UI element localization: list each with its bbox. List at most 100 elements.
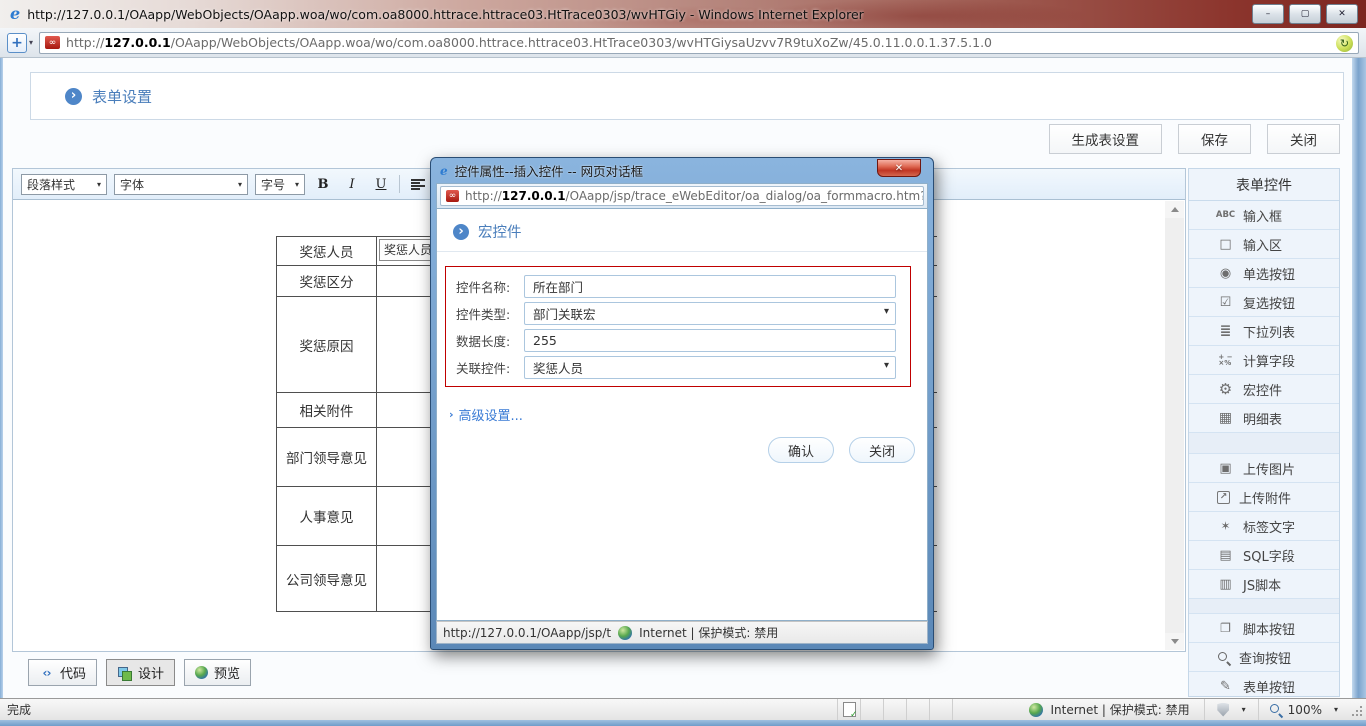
table-label-cell[interactable]: 公司领导意见 [277, 546, 377, 611]
sidebar-item-label: 计算字段 [1243, 351, 1295, 370]
maximize-button[interactable]: ▢ [1289, 4, 1321, 24]
dialog-close-button[interactable]: ✕ [877, 159, 921, 177]
field-value: 所在部门 [533, 277, 583, 296]
resize-grip[interactable] [1348, 702, 1364, 718]
url-protocol: http:// [66, 35, 104, 50]
confirm-button[interactable]: 确认 [768, 437, 834, 463]
paragraph-style-select[interactable]: 段落样式▾ [21, 174, 107, 195]
arrow-circle-icon [65, 88, 82, 105]
zoom-control[interactable]: 100% ▾ [1259, 699, 1348, 720]
list-icon [1217, 323, 1234, 339]
sidebar-item-label: 查询按钮 [1239, 648, 1291, 667]
tab-code[interactable]: 代码 [28, 659, 97, 686]
macro-control-header: 宏控件 [437, 209, 927, 252]
sidebar-item-form-button[interactable]: 表单按钮 [1189, 672, 1339, 697]
close-page-button[interactable]: 关闭 [1267, 124, 1340, 154]
font-size-select[interactable]: 字号▾ [255, 174, 305, 195]
sidebar-item-label: 上传附件 [1239, 488, 1291, 507]
table-label-cell[interactable]: 部门领导意见 [277, 428, 377, 486]
export-icon [1217, 491, 1230, 504]
advanced-settings-link[interactable]: 高级设置... [449, 405, 523, 424]
sidebar-item-js-script[interactable]: JS脚本 [1189, 570, 1339, 599]
sidebar-item-label-text[interactable]: 标签文字 [1189, 512, 1339, 541]
grid-icon [1217, 410, 1234, 426]
sidebar-item-label: 脚本按钮 [1243, 619, 1295, 638]
sidebar-item-input-box[interactable]: 输入框 [1189, 201, 1339, 230]
sidebar-item-input-area[interactable]: 输入区 [1189, 230, 1339, 259]
status-bar: 完成 Internet | 保护模式: 禁用 ▾ 100% ▾ [0, 698, 1366, 720]
titlebar: e http://127.0.0.1/OAapp/WebObjects/OAap… [0, 0, 1366, 28]
control-properties-dialog: e 控件属性--插入控件 -- 网页对话框 ✕ ∞ http://127.0.0… [430, 157, 934, 650]
field-input[interactable]: 所在部门 [524, 275, 896, 298]
field-input[interactable]: 255 [524, 329, 896, 352]
zoom-level: 100% [1288, 703, 1322, 717]
tab-preview[interactable]: 预览 [184, 659, 251, 686]
table-label-cell[interactable]: 奖惩原因 [277, 297, 377, 392]
sidebar-item-script-button[interactable]: 脚本按钮 [1189, 614, 1339, 643]
field-select[interactable]: 部门关联宏 [524, 302, 896, 325]
underline-button[interactable]: U [370, 174, 392, 195]
field-value: 部门关联宏 [533, 304, 596, 323]
dialog-close-action-button[interactable]: 关闭 [849, 437, 915, 463]
toolbar-separator [399, 175, 400, 193]
dialog-section-title: 宏控件 [478, 221, 522, 242]
scroll-up-icon[interactable] [1165, 201, 1184, 218]
dialog-title: 控件属性--插入控件 -- 网页对话框 [455, 161, 644, 180]
status-cell [907, 699, 930, 720]
sidebar-item-check-button[interactable]: 复选按钮 [1189, 288, 1339, 317]
editor-tabs: 代码设计预览 [28, 659, 251, 686]
advanced-settings-label: 高级设置... [459, 405, 523, 424]
link-arrow-icon [449, 408, 454, 421]
sidebar-item-dropdown-list[interactable]: 下拉列表 [1189, 317, 1339, 346]
table-label-cell[interactable]: 奖惩区分 [277, 266, 377, 296]
sidebar-item-upload-image[interactable]: 上传图片 [1189, 454, 1339, 483]
design-icon [117, 666, 132, 680]
sidebar-item-calc-field[interactable]: 计算字段 [1189, 346, 1339, 375]
wand-icon [1217, 519, 1234, 533]
sidebar-item-label: JS脚本 [1243, 575, 1281, 594]
table-label-cell[interactable]: 相关附件 [277, 393, 377, 427]
sidebar-item-label: 表单按钮 [1243, 677, 1295, 696]
dialog-fields: 控件名称:所在部门控件类型:部门关联宏数据长度:255关联控件:奖惩人员 [446, 273, 910, 380]
scroll-down-icon[interactable] [1165, 633, 1184, 650]
browser-window: e http://127.0.0.1/OAapp/WebObjects/OAap… [0, 0, 1366, 726]
field-value: 奖惩人员 [533, 358, 583, 377]
form-settings-header: 表单设置 [30, 72, 1344, 120]
dialog-field-row: 关联控件:奖惩人员 [456, 354, 910, 380]
save-button[interactable]: 保存 [1178, 124, 1251, 154]
refresh-icon[interactable]: ↻ [1336, 35, 1353, 52]
dialog-url-path: /OAapp/jsp/trace_eWebEditor/oa_dialog/oa… [566, 189, 924, 203]
sidebar-item-radio-button[interactable]: 单选按钮 [1189, 259, 1339, 288]
radio-icon [1217, 266, 1234, 281]
chevron-down-icon[interactable]: ▾ [29, 38, 33, 47]
table-label-cell[interactable]: 奖惩人员 [277, 237, 377, 265]
sidebar-item-upload-attachment[interactable]: 上传附件 [1189, 483, 1339, 512]
close-button[interactable]: ✕ [1326, 4, 1358, 24]
table-label-cell[interactable]: 人事意见 [277, 487, 377, 545]
align-left-button[interactable] [407, 174, 429, 195]
sidebar-item-sql-field[interactable]: SQL字段 [1189, 541, 1339, 570]
tab-design[interactable]: 设计 [106, 659, 175, 686]
site-favicon-icon: ∞ [446, 190, 459, 202]
field-select[interactable]: 奖惩人员 [524, 356, 896, 379]
italic-button[interactable]: I [341, 174, 363, 195]
sidebar-item-detail-table[interactable]: 明细表 [1189, 404, 1339, 433]
sidebar-item-query-button[interactable]: 查询按钮 [1189, 643, 1339, 672]
dialog-url-protocol: http:// [465, 189, 502, 203]
sidebar-item-macro-control[interactable]: 宏控件 [1189, 375, 1339, 404]
dialog-url-host: 127.0.0.1 [502, 189, 566, 203]
image-icon [1217, 461, 1234, 476]
font-select[interactable]: 字体▾ [114, 174, 248, 195]
dialog-buttons: 确认 关闭 [768, 437, 915, 463]
favorites-add-icon[interactable]: + [7, 33, 27, 53]
url-input[interactable]: ∞ http://127.0.0.1/OAapp/WebObjects/OAap… [39, 32, 1359, 54]
protected-mode-control[interactable]: ▾ [1205, 699, 1259, 720]
sidebar-items: 输入框输入区单选按钮复选按钮下拉列表计算字段宏控件明细表上传图片上传附件标签文字… [1189, 201, 1339, 697]
generate-table-settings-button[interactable]: 生成表设置 [1049, 124, 1163, 154]
zone-text: Internet | 保护模式: 禁用 [1050, 701, 1189, 718]
bold-button[interactable]: B [312, 174, 334, 195]
status-cell [930, 699, 953, 720]
canvas-scrollbar[interactable] [1165, 201, 1184, 650]
site-favicon-icon: ∞ [45, 36, 60, 49]
minimize-button[interactable]: – [1252, 4, 1284, 24]
